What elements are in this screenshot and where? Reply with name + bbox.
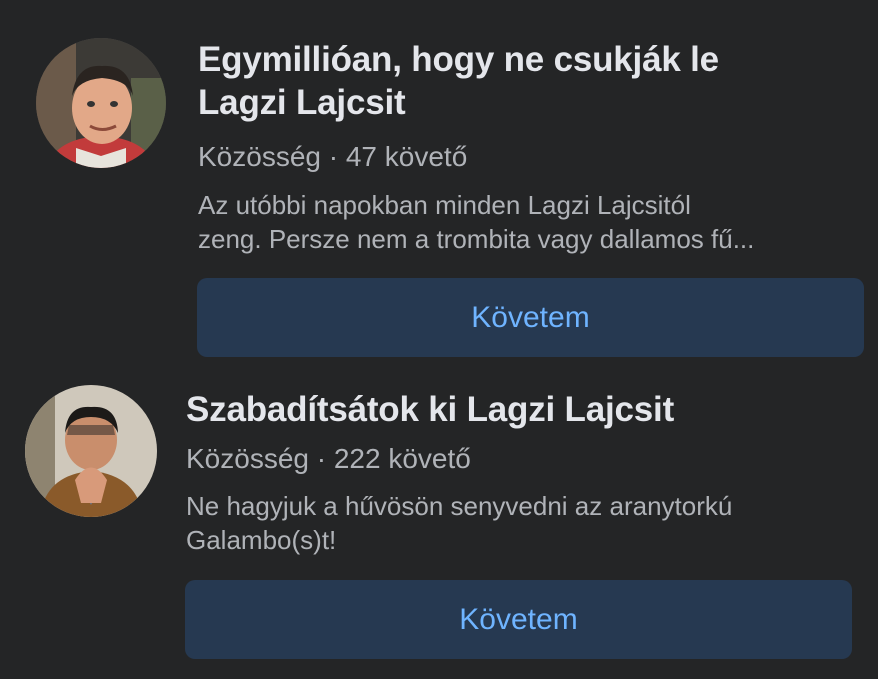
avatar-image-man-praying bbox=[25, 385, 157, 517]
follow-button-label: Követem bbox=[459, 602, 578, 636]
group-description: Az utóbbi napokban minden Lagzi Lajcsitó… bbox=[198, 188, 866, 256]
group-meta: Közösség · 47 követő bbox=[198, 140, 467, 174]
profile-avatar[interactable] bbox=[25, 385, 157, 517]
meta-separator: · bbox=[328, 141, 339, 172]
description-line-2: Galambo(s)t! bbox=[186, 525, 337, 555]
group-title[interactable]: Szabadítsátok ki Lagzi Lajcsit bbox=[186, 388, 866, 431]
group-meta: Közösség · 222 követő bbox=[186, 442, 471, 476]
group-category: Közösség bbox=[198, 141, 321, 172]
follower-count: 222 követő bbox=[333, 443, 471, 474]
follower-count: 47 követő bbox=[345, 141, 468, 172]
description-line-1: Ne hagyjuk a hűvösön senyvedni az aranyt… bbox=[186, 491, 733, 521]
result-card-1: Egymillióan, hogy ne csukják le Lagzi La… bbox=[0, 0, 878, 370]
result-card-2: Szabadítsátok ki Lagzi Lajcsit Közösség … bbox=[0, 370, 878, 679]
follow-button[interactable]: Követem bbox=[197, 278, 864, 357]
group-title-line-1: Szabadítsátok ki Lagzi Lajcsit bbox=[186, 390, 675, 429]
follow-button[interactable]: Követem bbox=[185, 580, 852, 659]
description-line-1: Az utóbbi napokban minden Lagzi Lajcsitó… bbox=[198, 190, 691, 220]
group-title[interactable]: Egymillióan, hogy ne csukják le Lagzi La… bbox=[198, 38, 858, 124]
avatar-image-man-smiling bbox=[36, 38, 166, 168]
group-title-line-2: Lagzi Lajcsit bbox=[198, 83, 406, 122]
group-description: Ne hagyjuk a hűvösön senyvedni az aranyt… bbox=[186, 489, 866, 557]
description-line-2: zeng. Persze nem a trombita vagy dallamo… bbox=[198, 224, 755, 254]
meta-separator: · bbox=[316, 443, 327, 474]
search-results-screen: Egymillióan, hogy ne csukják le Lagzi La… bbox=[0, 0, 878, 679]
group-category: Közösség bbox=[186, 443, 309, 474]
follow-button-label: Követem bbox=[471, 300, 590, 334]
profile-avatar[interactable] bbox=[36, 38, 166, 168]
group-title-line-1: Egymillióan, hogy ne csukják le bbox=[198, 40, 719, 79]
